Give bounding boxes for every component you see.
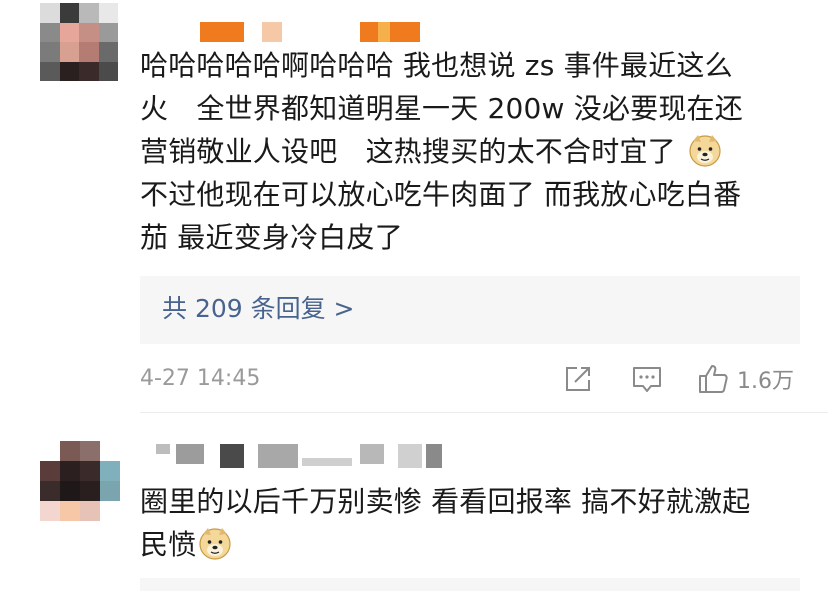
comment-line: 民愤 (140, 523, 800, 566)
comment-line: 圈里的以后千万别卖惨 看看回报率 搞不好就激起 (140, 485, 751, 518)
avatar[interactable] (40, 441, 120, 521)
comment-line-text: 民愤 (140, 528, 197, 561)
username-blurred[interactable] (146, 444, 446, 468)
comment-item: 圈里的以后千万别卖惨 看看回报率 搞不好就激起 民愤 (0, 0, 828, 591)
doge-emoji-icon (199, 528, 232, 560)
replies-panel-partial (140, 578, 800, 591)
comment-text: 圈里的以后千万别卖惨 看看回报率 搞不好就激起 民愤 (140, 480, 800, 566)
